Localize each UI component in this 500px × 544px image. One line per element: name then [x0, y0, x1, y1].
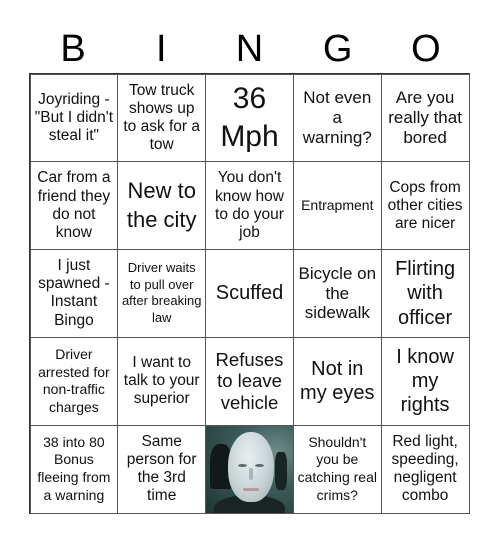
header-letter-b: B: [60, 28, 86, 70]
cell-text: Joyriding - "But I didn't steal it": [34, 90, 114, 144]
bingo-cell[interactable]: Not even a warning?: [292, 73, 382, 163]
free-space-cell[interactable]: [205, 424, 294, 514]
bingo-cell[interactable]: Are you really that bored: [380, 73, 470, 163]
cell-text: I know my rights: [396, 345, 454, 417]
header-letter-o: O: [411, 28, 441, 70]
bingo-cell[interactable]: Car from a friend they do not know: [29, 161, 119, 251]
bingo-cell[interactable]: Driver arrested for non-traffic charges: [29, 336, 119, 426]
cell-text: Tow truck shows up to ask for a tow: [123, 81, 201, 154]
cell-text: Refuses to leave vehicle: [215, 348, 284, 414]
bingo-cell[interactable]: Shouldn't you be catching real crims?: [292, 424, 382, 514]
cell-text: Driver waits to pull over after breaking…: [121, 260, 202, 325]
bingo-cell[interactable]: Cops from other cities are nicer: [380, 161, 470, 251]
cell-text: Scuffed: [215, 282, 284, 305]
cell-text: I just spawned - Instant Bingo: [38, 257, 110, 329]
cell-text: Not in my eyes: [300, 357, 375, 405]
bingo-cell[interactable]: Entrapment: [292, 161, 382, 251]
header-letter-g: G: [322, 28, 353, 70]
header-letter-i: I: [156, 28, 167, 70]
bingo-cell[interactable]: Scuffed: [205, 249, 294, 338]
cell-text: Flirting with officer: [395, 257, 456, 329]
header-letter-n: N: [235, 28, 264, 70]
bingo-cell[interactable]: I want to talk to your superior: [117, 336, 207, 426]
bingo-cell[interactable]: Same person for the 3rd time: [117, 424, 207, 514]
bingo-cell[interactable]: Tow truck shows up to ask for a tow: [117, 73, 207, 163]
bingo-cell[interactable]: Bicycle on the sidewalk: [292, 249, 382, 338]
bingo-cell[interactable]: I know my rights: [380, 336, 470, 426]
bingo-grid: Joyriding - "But I didn't steal it" Tow …: [29, 73, 470, 514]
bingo-cell[interactable]: You don't know how to do your job: [205, 161, 294, 251]
portrait-photo-icon: [206, 425, 293, 513]
cell-text: Bicycle on the sidewalk: [298, 263, 377, 323]
cell-text: Entrapment: [301, 196, 374, 213]
bingo-cell[interactable]: Red light, speeding, negligent combo: [380, 424, 470, 514]
cell-text: Not even a warning?: [302, 88, 372, 147]
cell-text: Car from a friend they do not know: [37, 169, 111, 241]
cell-text: I want to talk to your superior: [123, 354, 200, 408]
bingo-cell[interactable]: Driver waits to pull over after breaking…: [117, 249, 207, 338]
cell-text: Cops from other cities are nicer: [387, 178, 463, 232]
cell-text: New to the city: [126, 178, 197, 232]
bingo-cell[interactable]: Refuses to leave vehicle: [205, 336, 294, 426]
cell-text: Red light, speeding, negligent combo: [391, 432, 459, 505]
bingo-cell[interactable]: I just spawned - Instant Bingo: [29, 249, 119, 338]
bingo-cell[interactable]: 36 Mph: [205, 73, 294, 163]
bingo-header: B I N G O: [29, 24, 470, 74]
bingo-cell[interactable]: 38 into 80 Bonus fleeing from a warning: [29, 424, 119, 514]
cell-text: Shouldn't you be catching real crims?: [297, 433, 377, 503]
bingo-cell[interactable]: Flirting with officer: [380, 249, 470, 338]
bingo-cell[interactable]: Not in my eyes: [292, 336, 382, 426]
cell-text: 36 Mph: [220, 82, 279, 153]
cell-text: Driver arrested for non-traffic charges: [38, 345, 110, 416]
cell-text: Same person for the 3rd time: [126, 432, 197, 505]
cell-text: 38 into 80 Bonus fleeing from a warning: [37, 433, 111, 503]
bingo-cell[interactable]: New to the city: [117, 161, 207, 251]
cell-text: Are you really that bored: [388, 88, 462, 147]
bingo-cell[interactable]: Joyriding - "But I didn't steal it": [29, 73, 119, 163]
cell-text: You don't know how to do your job: [215, 169, 284, 241]
